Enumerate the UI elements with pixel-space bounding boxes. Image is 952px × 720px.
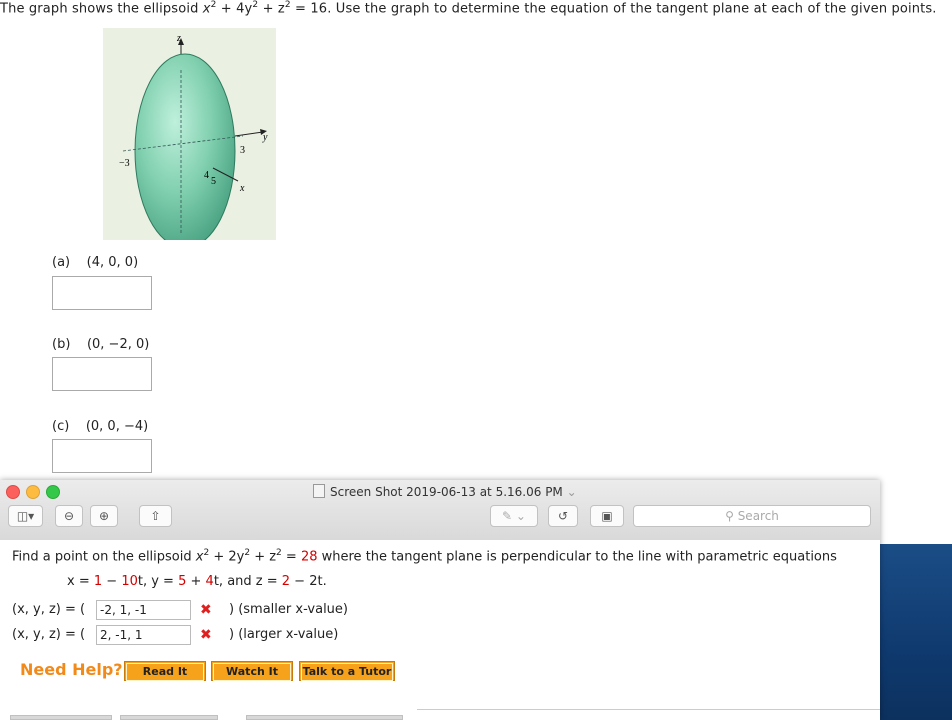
maximize-button[interactable] (46, 485, 60, 499)
answer-input-larger[interactable]: 2, -1, 1 (96, 625, 191, 645)
z-axis-label: z (176, 33, 181, 44)
share-icon: ⇧ (150, 509, 161, 523)
preview-window: Screen Shot 2019-06-13 at 5.16.06 PM ⌄ ◫… (0, 480, 880, 720)
problem-statement: Find a point on the ellipsoid x2 + 2y2 +… (12, 548, 837, 565)
watch-it-button[interactable]: Watch It (211, 661, 293, 681)
ellipsoid-graph: z 4 y 3 −3 x 4 5 (103, 28, 276, 249)
answer-note: ) (smaller x-value) (229, 602, 348, 617)
search-input[interactable]: ⚲ Search (633, 505, 871, 527)
divider (417, 709, 880, 710)
x-tick-label-4: 4 (204, 170, 209, 181)
x-tick-label-5: 5 (211, 176, 216, 187)
bottom-tab[interactable] (10, 715, 112, 720)
zoom-in-button[interactable]: ⊕ (90, 505, 118, 527)
question-text: The graph shows the ellipsoid x2 + 4y2 +… (0, 0, 937, 17)
sidebar-icon: ◫▾ (16, 509, 35, 523)
window-titlebar[interactable]: Screen Shot 2019-06-13 at 5.16.06 PM ⌄ ◫… (0, 480, 880, 541)
y-neg-tick-label: −3 (119, 158, 130, 169)
read-it-button[interactable]: Read It (124, 661, 206, 681)
talk-to-tutor-button[interactable]: Talk to a Tutor (299, 661, 395, 681)
part-c-answer-input[interactable] (52, 439, 152, 473)
preview-content: Find a point on the ellipsoid x2 + 2y2 +… (0, 540, 880, 720)
part-c-label: (c) (0, 0, −4) (52, 419, 149, 434)
need-help-label: Need Help? (20, 660, 123, 679)
answer-row-label: (x, y, z) = ( (12, 627, 86, 642)
close-button[interactable] (6, 485, 20, 499)
bottom-tab[interactable] (246, 715, 403, 720)
minimize-button[interactable] (26, 485, 40, 499)
answer-row-label: (x, y, z) = ( (12, 602, 86, 617)
answer-note: ) (larger x-value) (229, 627, 339, 642)
window-title: Screen Shot 2019-06-13 at 5.16.06 PM ⌄ (313, 484, 577, 499)
incorrect-icon: ✖ (200, 627, 212, 643)
bottom-tab[interactable] (120, 715, 218, 720)
markup-button[interactable]: ✎ ⌄ (490, 505, 538, 527)
part-b-answer-input[interactable] (52, 357, 152, 391)
ellipsoid-surface (134, 53, 236, 249)
rotate-button[interactable]: ↺ (548, 505, 578, 527)
ellipsoid-figure: z 4 y 3 −3 x 4 5 (119, 33, 268, 249)
sidebar-toggle-button[interactable]: ◫▾ (8, 505, 43, 527)
parametric-equations: x = 1 − 10t, y = 5 + 4t, and z = 2 − 2t. (67, 574, 327, 589)
search-icon: ⚲ (725, 509, 734, 523)
part-a-label: (a) (4, 0, 0) (52, 255, 139, 270)
incorrect-icon: ✖ (200, 602, 212, 618)
zoom-in-icon: ⊕ (98, 509, 110, 523)
desktop-background (880, 544, 952, 720)
zoom-out-icon: ⊖ (63, 509, 75, 523)
toolbox-icon: ▣ (601, 509, 613, 523)
answer-input-smaller[interactable]: -2, 1, -1 (96, 600, 191, 620)
document-icon (313, 484, 325, 498)
x-axis-label: x (239, 183, 245, 194)
markup-pen-icon: ✎ ⌄ (502, 509, 526, 523)
zoom-out-button[interactable]: ⊖ (55, 505, 83, 527)
rotate-icon: ↺ (557, 509, 569, 523)
toolbox-button[interactable]: ▣ (590, 505, 624, 527)
share-button[interactable]: ⇧ (139, 505, 172, 527)
part-b-label: (b) (0, −2, 0) (52, 337, 150, 352)
y-axis (234, 131, 264, 137)
part-a-answer-input[interactable] (52, 276, 152, 310)
y-tick-label: 3 (240, 145, 245, 156)
y-axis-label: y (262, 132, 268, 143)
